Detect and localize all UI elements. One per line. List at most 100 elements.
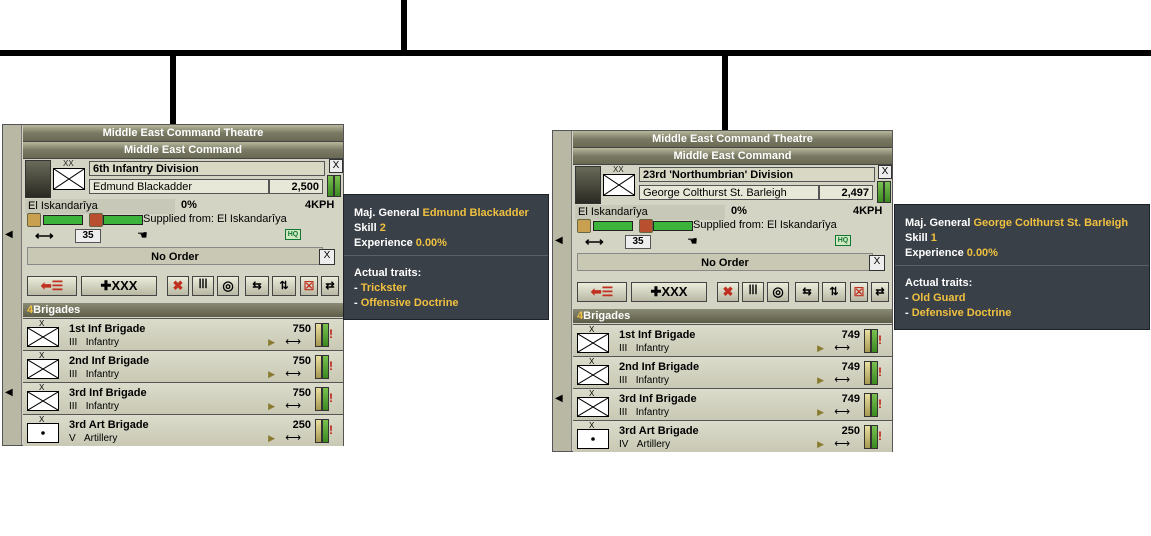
command-header[interactable]: Middle East Command bbox=[23, 142, 343, 159]
tooltip-rank-line: Maj. General Edmund Blackadder bbox=[354, 207, 529, 219]
brigade-row[interactable]: X 1st Inf Brigade III Infantry ▶ ⟷ 750! bbox=[23, 318, 343, 350]
attach-xxx-button[interactable]: ✚XXX bbox=[631, 282, 707, 302]
brigades-label: Brigades bbox=[583, 310, 631, 322]
swap-button[interactable]: ⇄ bbox=[871, 282, 889, 302]
back-button[interactable]: ⬅☰ bbox=[27, 276, 77, 296]
move-arrows-icon[interactable]: ⟷ bbox=[285, 399, 301, 412]
flag-icon[interactable]: ▶ bbox=[817, 343, 824, 354]
move-arrows-icon[interactable]: ⟷ bbox=[834, 405, 850, 418]
supplied-from-label: Supplied from: El Iskandarîya bbox=[143, 213, 287, 225]
arrow-left-icon[interactable]: ◀ bbox=[5, 387, 13, 398]
hq-icon[interactable]: HQ bbox=[285, 229, 301, 240]
target-button[interactable]: ◎ bbox=[767, 282, 789, 302]
tooltip-traits-label: Actual traits: bbox=[905, 277, 973, 289]
tooltip-exp-line: Experience 0.00% bbox=[354, 237, 447, 249]
cancel-button[interactable]: ✖ bbox=[717, 282, 739, 302]
division-name-field[interactable]: 6th Infantry Division bbox=[89, 161, 325, 176]
brigade-row[interactable]: X 2nd Inf Brigade III Infantry ▶ ⟷ 750! bbox=[23, 350, 343, 382]
detach-button[interactable]: ⇆ bbox=[795, 282, 819, 302]
brigade-type: Infantry bbox=[635, 407, 670, 418]
commander-name-field[interactable]: Edmund Blackadder bbox=[89, 179, 269, 194]
close-icon[interactable]: X bbox=[878, 165, 892, 179]
tooltip-skill-line: Skill 2 bbox=[354, 222, 386, 234]
brigades-header: 4Brigades bbox=[573, 309, 892, 323]
tooltip-skill: 2 bbox=[379, 222, 386, 234]
brigade-bars: ! bbox=[864, 361, 886, 385]
reorganize-button[interactable]: ꟾꟾꟾ bbox=[742, 282, 764, 302]
tooltip-name: George Colthurst St. Barleigh bbox=[973, 217, 1129, 229]
split-button[interactable]: ⇅ bbox=[272, 276, 296, 296]
infantry-symbol-icon bbox=[27, 391, 59, 411]
theatre-header[interactable]: Middle East Command Theatre bbox=[573, 131, 892, 148]
back-button[interactable]: ⬅☰ bbox=[577, 282, 627, 302]
move-arrows-icon[interactable]: ⟷ bbox=[585, 234, 604, 250]
division-name-field[interactable]: 23rd 'Northumbrian' Division bbox=[639, 167, 875, 182]
flag-icon[interactable]: ▶ bbox=[817, 375, 824, 386]
commander-portrait[interactable] bbox=[25, 160, 51, 198]
split-button[interactable]: ⇅ bbox=[822, 282, 846, 302]
flag-icon[interactable]: ▶ bbox=[268, 337, 275, 348]
hq-icon[interactable]: HQ bbox=[835, 235, 851, 246]
order-field[interactable]: No Order bbox=[27, 247, 323, 265]
flag-icon[interactable]: ▶ bbox=[268, 401, 275, 412]
command-header[interactable]: Middle East Command bbox=[573, 148, 892, 165]
brigade-type-line: III Infantry bbox=[69, 337, 119, 348]
move-arrows-icon[interactable]: ⟷ bbox=[285, 335, 301, 348]
detach-button[interactable]: ⇆ bbox=[245, 276, 269, 296]
cancel-button[interactable]: ✖ bbox=[167, 276, 189, 296]
move-arrows-icon[interactable]: ⟷ bbox=[285, 431, 301, 444]
side-strip[interactable]: ◀ ◀ bbox=[3, 125, 22, 445]
move-arrows-icon[interactable]: ⟷ bbox=[834, 373, 850, 386]
close-icon[interactable]: X bbox=[329, 159, 343, 173]
order-close-icon[interactable]: X bbox=[869, 255, 885, 271]
flag-icon[interactable]: ▶ bbox=[817, 439, 824, 450]
trait-name: Offensive Doctrine bbox=[360, 297, 459, 309]
target-button[interactable]: ◎ bbox=[217, 276, 239, 296]
swap-button[interactable]: ⇄ bbox=[321, 276, 339, 296]
flag-icon[interactable]: ▶ bbox=[268, 369, 275, 380]
brigade-strength: 250 bbox=[841, 425, 860, 437]
arrow-left-icon[interactable]: ◀ bbox=[5, 229, 13, 240]
flag-icon[interactable]: ▶ bbox=[817, 407, 824, 418]
tooltip-skill-label: Skill bbox=[354, 222, 377, 234]
brigade-row[interactable]: X 3rd Inf Brigade III Infantry ▶ ⟷ 749! bbox=[573, 388, 892, 420]
brigade-row[interactable]: X 1st Inf Brigade III Infantry ▶ ⟷ 749! bbox=[573, 324, 892, 356]
delete-button[interactable]: ☒ bbox=[850, 282, 868, 302]
brigade-row[interactable]: X 3rd Inf Brigade III Infantry ▶ ⟷ 750! bbox=[23, 382, 343, 414]
commander-name-field[interactable]: George Colthurst St. Barleigh bbox=[639, 185, 819, 200]
move-arrows-icon[interactable]: ⟷ bbox=[285, 367, 301, 380]
brigade-row[interactable]: X 3rd Art Brigade IV Artillery ▶ ⟷ 250! bbox=[573, 420, 892, 452]
flag-icon[interactable]: ▶ bbox=[268, 433, 275, 444]
brigade-row[interactable]: X 3rd Art Brigade V Artillery ▶ ⟷ 250! bbox=[23, 414, 343, 446]
attach-xxx-button[interactable]: ✚XXX bbox=[81, 276, 157, 296]
org-bar bbox=[884, 181, 891, 203]
brigade-size: III bbox=[69, 369, 78, 380]
arrow-left-icon[interactable]: ◀ bbox=[555, 235, 563, 246]
fuel-icon bbox=[639, 219, 653, 233]
theatre-header[interactable]: Middle East Command Theatre bbox=[23, 125, 343, 142]
infantry-symbol-icon bbox=[27, 359, 59, 379]
reorganize-button[interactable]: ꟾꟾꟾ bbox=[192, 276, 214, 296]
brigade-bars: ! bbox=[864, 393, 886, 417]
tree-trunk bbox=[401, 0, 407, 52]
arrow-left-icon[interactable]: ◀ bbox=[555, 393, 563, 404]
brigade-strength: 250 bbox=[292, 419, 311, 431]
brigade-size: III bbox=[619, 343, 628, 354]
order-field[interactable]: No Order bbox=[577, 253, 873, 271]
brigade-size: III bbox=[69, 401, 78, 412]
order-close-icon[interactable]: X bbox=[319, 249, 335, 265]
strength-bar bbox=[864, 361, 871, 385]
alert-icon: ! bbox=[329, 423, 333, 437]
brigade-row[interactable]: X 2nd Inf Brigade III Infantry ▶ ⟷ 749! bbox=[573, 356, 892, 388]
commander-portrait[interactable] bbox=[575, 166, 601, 204]
percent-label: 0% bbox=[181, 199, 197, 211]
move-arrows-icon[interactable]: ⟷ bbox=[834, 437, 850, 450]
move-arrows-icon[interactable]: ⟷ bbox=[834, 341, 850, 354]
side-strip[interactable]: ◀ ◀ bbox=[553, 131, 572, 451]
tooltip-exp: 0.00% bbox=[415, 237, 447, 249]
delete-button[interactable]: ☒ bbox=[300, 276, 318, 296]
brigade-size: IV bbox=[619, 439, 629, 450]
brigade-type: Infantry bbox=[85, 401, 120, 412]
move-arrows-icon[interactable]: ⟷ bbox=[35, 228, 54, 244]
brigade-strength: 750 bbox=[292, 387, 311, 399]
